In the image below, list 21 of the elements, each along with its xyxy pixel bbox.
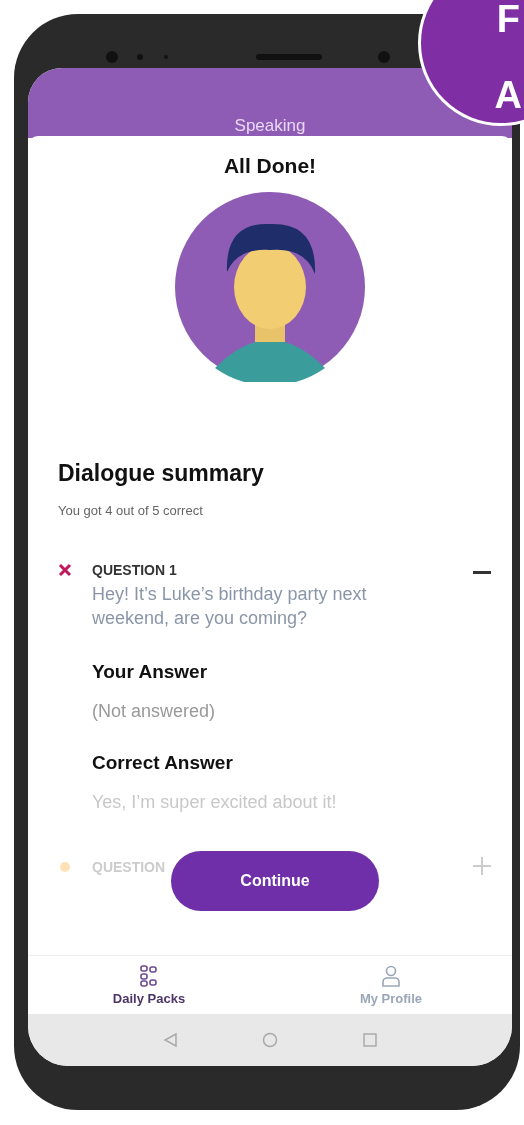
continue-button[interactable]: Continue: [171, 851, 379, 911]
summary-title: Dialogue summary: [58, 460, 265, 487]
minus-icon: [473, 570, 491, 575]
answer-text: (Not answered): [92, 700, 217, 722]
recents-icon[interactable]: [362, 1032, 378, 1048]
score-text: You got 4 out of 5 correct: [58, 503, 204, 518]
plus-icon: [473, 856, 491, 875]
person-icon: [381, 964, 401, 987]
grid-icon: [140, 964, 158, 987]
header-title: Speaking: [234, 116, 306, 137]
result-title: All Done!: [223, 154, 317, 178]
question-text: Hey! It’s Luke’s birthday party next weekend, are you coming?: [92, 583, 368, 631]
expand-button[interactable]: [473, 856, 491, 878]
home-icon[interactable]: [262, 1032, 278, 1048]
badge-letter: A: [494, 76, 522, 114]
back-icon[interactable]: [162, 1032, 178, 1048]
question-label: QUESTION 1: [92, 562, 178, 578]
badge-letter: F: [496, 0, 520, 38]
nav-tab[interactable]: Daily Packs: [28, 956, 270, 1014]
answer-heading: Correct Answer: [92, 751, 234, 774]
answer-heading: Your Answer: [92, 660, 209, 683]
